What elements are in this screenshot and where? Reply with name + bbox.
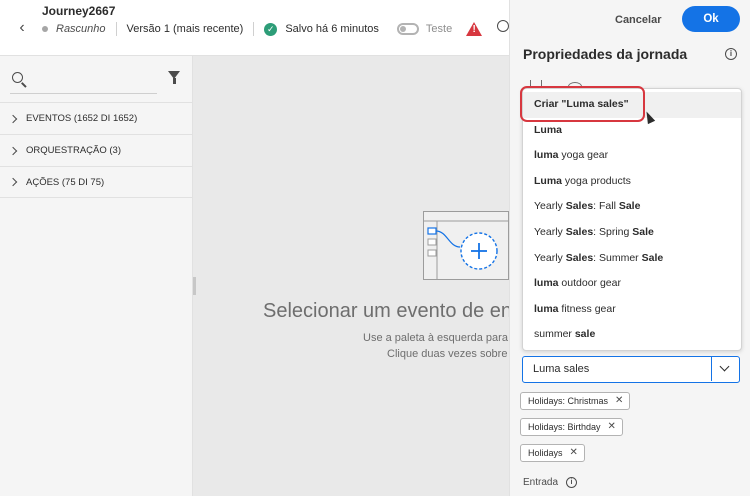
option-text-part: Sales [565,225,594,238]
option-text-part: yoga gear [558,149,609,162]
search-icon [12,72,23,83]
panel-title: Propriedades da jornada [523,46,688,62]
tag-suggestion-list: Criar "Luma sales" Luma luma yoga gear Lum… [522,88,742,351]
tags-input[interactable] [523,357,711,381]
tag-suggestion-option[interactable]: Yearly Sales: Fall Sale [523,194,741,220]
filter-icon[interactable] [168,71,180,84]
option-text-part: Sale [641,251,664,264]
palette-category-actions[interactable]: AÇÕES (75 DI 75) [0,166,192,198]
entry-section-label: Entrada i [523,477,578,488]
divider [115,22,117,36]
empty-canvas-title: Selecionar um evento de en [263,300,513,322]
version-selector[interactable]: Versão 1 (mais recente) [127,23,244,35]
tag-suggestion-option[interactable]: summer sale [523,322,741,348]
entry-label-text: Entrada [523,477,559,488]
option-text-part: outdoor gear [558,277,621,290]
option-text-part: Sale [618,200,641,213]
empty-canvas-description: Use a paleta à esquerda para sele [363,332,532,344]
tag-chip: Holidays ✕ [520,444,585,462]
empty-canvas-description: Clique duas vezes sobre ele [387,348,526,360]
tag-suggestion-option[interactable]: Yearly Sales: Summer Sale [523,246,741,272]
tag-suggestion-option[interactable]: Luma yoga products [523,169,741,195]
divider [253,22,255,36]
tag-label: Holidays: Birthday [528,422,601,432]
option-text-part: summer [534,328,575,341]
palette-search[interactable] [10,66,157,94]
palette-category-orchestration[interactable]: ORQUESTRAÇÃO (3) [0,134,192,166]
tag-suggestion-option[interactable]: luma yoga gear [523,143,741,169]
palette-category-events[interactable]: EVENTOS (1652 DI 1652) [0,102,192,134]
option-text-part: luma [534,277,559,290]
tag-chip: Holidays: Birthday ✕ [520,418,623,436]
journey-properties-panel: Cancelar Ok Propriedades da jornada i Cr… [509,0,750,496]
tags-combobox[interactable] [522,356,740,383]
draft-status: Rascunho [56,23,106,35]
cancel-button[interactable]: Cancelar [615,10,661,30]
option-text-part: luma [534,302,559,315]
activity-palette: EVENTOS (1652 DI 1652) ORQUESTRAÇÃO (3) … [0,56,193,496]
tag-suggestion-option[interactable]: luma fitness gear [523,297,741,323]
status-dot-icon [42,26,48,32]
option-text-part: fitness gear [558,302,616,315]
palette-category-label: ORQUESTRAÇÃO (3) [26,145,122,156]
back-button[interactable]: ‹ [12,18,32,38]
check-circle-icon: ✓ [264,22,278,36]
chevron-right-icon [8,114,18,123]
option-text-part: Luma [534,174,563,187]
remove-tag-icon[interactable]: ✕ [570,445,578,461]
option-text-part: sale [574,328,596,341]
journey-status-row: Rascunho Versão 1 (mais recente) ✓ Salvo… [42,22,483,36]
alert-icon[interactable] [466,22,483,36]
palette-category-label: AÇÕES (75 DI 75) [26,176,105,188]
tag-suggestion-option[interactable]: Yearly Sales: Spring Sale [523,220,741,246]
option-text-part: luma [534,149,559,162]
chevron-down-icon[interactable] [711,357,739,381]
option-text-part: : Spring [593,225,633,238]
option-text-part: Luma [534,123,563,136]
chevron-right-icon [8,177,18,187]
journey-canvas[interactable]: Selecionar um evento de en Use a paleta … [193,56,531,496]
option-text-part: Yearly [534,251,566,264]
remove-tag-icon[interactable]: ✕ [608,419,616,435]
journey-title: Journey2667 [42,4,116,18]
test-mode-toggle[interactable] [396,23,419,35]
option-text-part: yoga products [562,174,631,187]
tag-chip: Holidays: Christmas ✕ [520,392,631,410]
empty-canvas-illustration-icon [423,211,509,280]
test-mode-label: Teste [425,23,453,35]
option-text-part: : Fall [593,200,619,213]
highlight-annotation [520,86,645,122]
saved-status: Salvo há 6 minutos [285,23,379,35]
journey-header: ‹ Journey2667 Rascunho Versão 1 (mais re… [0,0,509,56]
palette-category-list: EVENTOS (1652 DI 1652) ORQUESTRAÇÃO (3) … [0,102,192,198]
remove-tag-icon[interactable]: ✕ [615,393,623,409]
option-text-part: Yearly [534,225,566,238]
option-text-part: Yearly [534,200,566,213]
tag-suggestion-option[interactable]: luma outdoor gear [523,271,741,297]
tag-label: Holidays: Christmas [528,396,609,406]
ok-button[interactable]: Ok [682,6,740,32]
palette-category-label: EVENTOS (1652 DI 1652) [26,113,138,124]
option-text-part: : Summer [593,251,642,264]
option-text-part: Sales [565,200,594,213]
resize-handle[interactable] [193,277,196,295]
chevron-right-icon [8,146,18,155]
info-icon[interactable]: i [566,477,578,488]
info-icon[interactable]: i [725,48,737,60]
info-icon[interactable] [497,20,509,32]
tag-label: Holidays [528,448,563,458]
option-text-part: Sale [632,225,654,238]
option-text-part: Sales [565,251,594,264]
